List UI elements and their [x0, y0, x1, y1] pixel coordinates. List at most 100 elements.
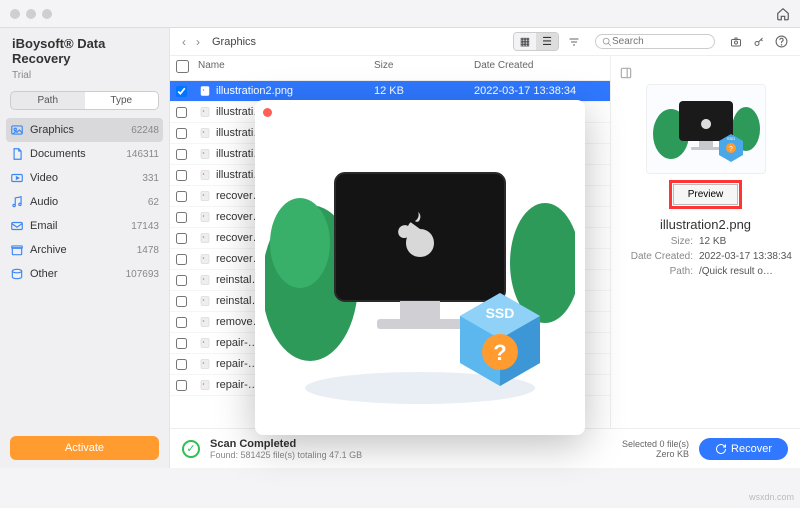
nav-forward-icon[interactable]: › [194, 35, 202, 49]
row-checkbox[interactable] [176, 254, 187, 265]
traffic-lights[interactable] [10, 9, 52, 19]
preview-panel: ? SSD Preview illustration2.png Size:12 … [610, 56, 800, 428]
search-icon [602, 37, 612, 47]
preview-toggle-icon[interactable] [619, 66, 633, 80]
nav-back-icon[interactable]: ‹ [180, 35, 188, 49]
preview-window[interactable]: SSD ? [255, 100, 585, 435]
view-list-icon[interactable]: ☰ [536, 33, 558, 50]
camera-icon[interactable] [727, 36, 745, 48]
archive-icon [10, 243, 24, 257]
maximize-window-dot[interactable] [42, 9, 52, 19]
row-checkbox[interactable] [176, 170, 187, 181]
row-checkbox[interactable] [176, 380, 187, 391]
file-icon [198, 168, 212, 182]
image-icon [10, 123, 24, 137]
file-icon [198, 294, 212, 308]
view-grid-icon[interactable]: ▦ [514, 33, 536, 50]
filter-icon[interactable] [565, 36, 583, 48]
sidebar-item-count: 146311 [126, 149, 159, 160]
row-checkbox[interactable] [176, 128, 187, 139]
row-checkbox[interactable] [176, 296, 187, 307]
row-checkbox[interactable] [176, 107, 187, 118]
sidebar-item-count: 331 [142, 173, 159, 184]
svg-text:SSD: SSD [726, 136, 734, 141]
row-checkbox[interactable] [176, 275, 187, 286]
row-checkbox[interactable] [176, 359, 187, 370]
mail-icon [10, 219, 24, 233]
segment-type[interactable]: Type [85, 92, 159, 109]
window-titlebar [0, 0, 800, 28]
sidebar-item-graphics[interactable]: Graphics62248 [6, 118, 163, 142]
close-window-dot[interactable] [10, 9, 20, 19]
breadcrumb: Graphics [212, 36, 256, 48]
preview-size-label: Size: [619, 236, 699, 247]
file-icon [198, 273, 212, 287]
activate-button[interactable]: Activate [10, 436, 159, 460]
row-date: 2022-03-17 13:38:34 [474, 85, 604, 97]
file-icon [198, 357, 212, 371]
audio-icon [10, 195, 24, 209]
trial-label: Trial [0, 70, 169, 87]
file-icon [198, 126, 212, 140]
row-checkbox[interactable] [176, 86, 187, 97]
watermark: wsxdn.com [749, 492, 794, 502]
close-icon[interactable] [263, 108, 272, 117]
app-title: iBoysoft® Data Recovery [0, 28, 169, 70]
sidebar-item-count: 107693 [126, 269, 159, 280]
sidebar: iBoysoft® Data Recovery Trial Path Type … [0, 28, 170, 468]
sidebar-item-archive[interactable]: Archive1478 [0, 238, 169, 262]
key-icon[interactable] [751, 35, 767, 49]
sidebar-item-other[interactable]: Other 107693 [0, 262, 169, 286]
toolbar: ‹ › Graphics ▦ ☰ [170, 28, 800, 56]
file-icon [198, 336, 212, 350]
file-icon [198, 378, 212, 392]
row-checkbox[interactable] [176, 191, 187, 202]
file-icon [198, 189, 212, 203]
search-input[interactable] [595, 34, 715, 49]
preview-date-value: 2022-03-17 13:38:34 [699, 251, 792, 262]
segment-path[interactable]: Path [11, 92, 85, 109]
sidebar-item-label: Documents [30, 148, 120, 160]
row-checkbox[interactable] [176, 212, 187, 223]
select-all-checkbox[interactable] [176, 60, 189, 73]
file-icon [198, 231, 212, 245]
sidebar-item-label: Graphics [30, 124, 125, 136]
sidebar-item-label: Video [30, 172, 136, 184]
selected-size: Zero KB [622, 449, 689, 459]
svg-text:SSD: SSD [486, 305, 515, 321]
row-checkbox[interactable] [176, 338, 187, 349]
row-checkbox[interactable] [176, 149, 187, 160]
minimize-window-dot[interactable] [26, 9, 36, 19]
recover-button[interactable]: Recover [699, 438, 788, 460]
preview-path-value: /Quick result o… [699, 266, 792, 277]
sidebar-item-label: Email [30, 220, 125, 232]
sidebar-item-video[interactable]: Video 331 [0, 166, 169, 190]
preview-thumbnail: ? SSD [646, 84, 766, 174]
sidebar-item-documents[interactable]: Documents 146311 [0, 142, 169, 166]
col-size[interactable]: Size [374, 60, 474, 76]
svg-text:?: ? [729, 146, 733, 153]
sidebar-item-email[interactable]: Email17143 [0, 214, 169, 238]
col-date[interactable]: Date Created [474, 60, 604, 76]
video-icon [10, 171, 24, 185]
scan-status-title: Scan Completed [210, 438, 362, 450]
file-icon [198, 105, 212, 119]
file-icon [198, 84, 212, 98]
table-row[interactable]: illustration2.png12 KB2022-03-17 13:38:3… [170, 81, 610, 102]
col-name[interactable]: Name [198, 60, 374, 76]
row-checkbox[interactable] [176, 233, 187, 244]
sidebar-item-audio[interactable]: Audio 62 [0, 190, 169, 214]
row-checkbox[interactable] [176, 317, 187, 328]
sidebar-item-label: Other [30, 268, 120, 280]
preview-button[interactable]: Preview [673, 184, 739, 205]
scan-complete-icon: ✓ [182, 440, 200, 458]
path-type-segment[interactable]: Path Type [10, 91, 159, 110]
selected-count: Selected 0 file(s) [622, 439, 689, 449]
home-icon[interactable] [776, 7, 790, 21]
svg-text:?: ? [493, 340, 506, 365]
doc-icon [10, 147, 24, 161]
search-field[interactable] [612, 36, 692, 47]
sidebar-item-count: 62 [148, 197, 159, 208]
help-icon[interactable] [773, 35, 790, 48]
sidebar-item-label: Audio [30, 196, 142, 208]
